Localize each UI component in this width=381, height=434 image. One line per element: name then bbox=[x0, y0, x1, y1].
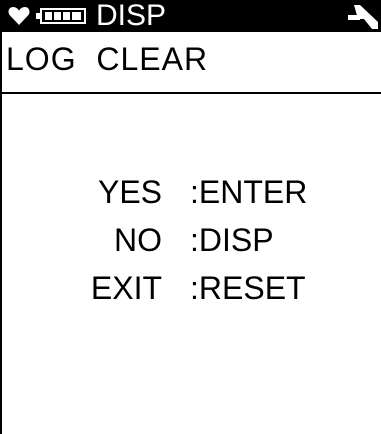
status-bar-title: DISP bbox=[96, 0, 167, 32]
signal-icon bbox=[348, 5, 378, 29]
option-action-yes: :ENTER bbox=[190, 174, 308, 210]
heart-icon bbox=[8, 6, 30, 25]
option-action-no: :DISP bbox=[190, 222, 274, 258]
option-key-yes: YES bbox=[97, 174, 162, 210]
battery-icon bbox=[36, 8, 86, 24]
option-row-yes[interactable]: YES :ENTER bbox=[0, 168, 381, 216]
title-divider bbox=[0, 92, 381, 94]
option-key-exit: EXIT bbox=[90, 270, 162, 306]
status-bar: DISP bbox=[0, 0, 381, 32]
screen-title: LOG CLEAR bbox=[6, 41, 209, 77]
option-row-exit[interactable]: EXIT :RESET bbox=[0, 264, 381, 312]
options-list: YES :ENTER NO :DISP EXIT :RESET bbox=[0, 168, 381, 312]
option-action-exit: :RESET bbox=[190, 270, 306, 306]
option-key-no: NO bbox=[114, 222, 162, 258]
device-screen: DISP LOG CLEAR YES :ENTER NO :DISP EXIT … bbox=[0, 0, 381, 434]
option-row-no[interactable]: NO :DISP bbox=[0, 216, 381, 264]
